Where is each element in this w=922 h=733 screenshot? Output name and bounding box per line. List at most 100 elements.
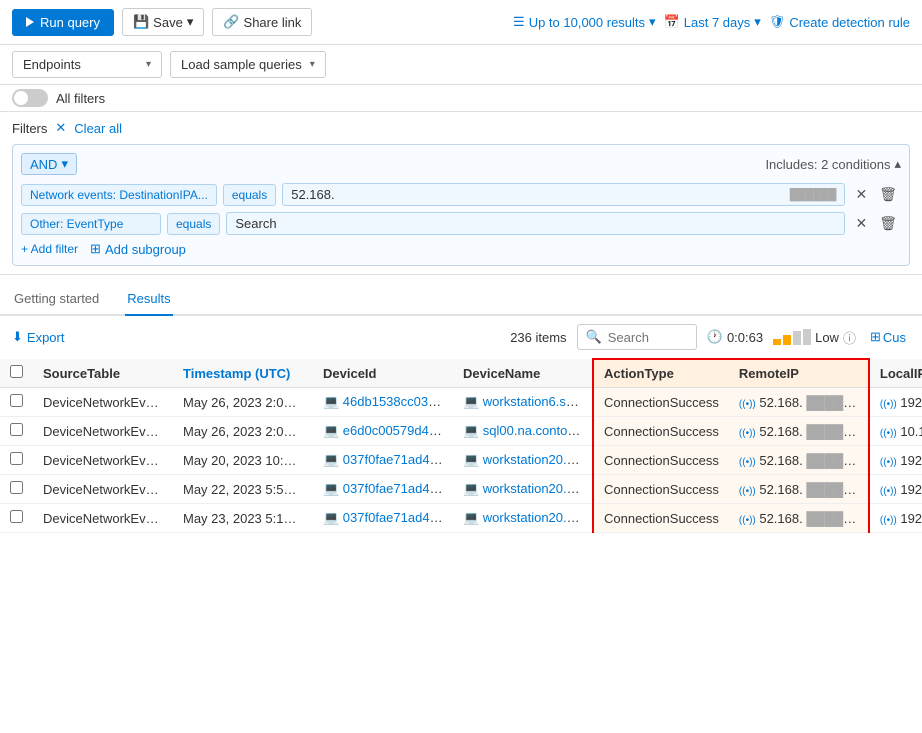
table-row: DeviceNetworkEvents May 26, 2023 2:00:41… [0,417,922,446]
collapse-icon[interactable] [894,156,901,172]
endpoint-chevron-icon: ▾ [146,59,151,70]
filter-op-2[interactable]: equals [167,213,220,235]
cell-deviceid-4[interactable]: 💻 037f0fae71ad4661e3... [313,504,453,533]
cus-label: Cus [883,330,906,345]
add-subgroup-button[interactable]: ⊞ Add subgroup [90,241,186,257]
tab-getting-started[interactable]: Getting started [12,283,101,316]
filter-op-1[interactable]: equals [223,184,276,206]
create-detection-rule-button[interactable]: 🛡 Create detection rule [769,14,910,30]
clear-all-button[interactable]: Clear all [74,121,122,136]
filter-value-2[interactable]: Search [226,212,845,235]
cell-devicename-0[interactable]: 💻 workstation6.seccxp... [453,388,593,417]
main-toolbar: Run query 💾 Save 🔗 Share link ☰ Up to 10… [0,0,922,45]
cell-devicename-1[interactable]: 💻 sql00.na.contosohotel... [453,417,593,446]
cell-actiontype-2: ConnectionSuccess [593,446,729,475]
filter-value-1[interactable]: 52.168. ██████ [282,183,845,206]
save-label: Save [153,15,183,30]
th-timestamp[interactable]: Timestamp (UTC) [173,359,313,388]
row-checkbox-4[interactable] [0,504,33,533]
cell-source-2: DeviceNetworkEvents [33,446,173,475]
th-local-ip: LocalIP [869,359,922,388]
sample-query-dropdown[interactable]: Load sample queries ▾ [170,51,326,78]
select-all-checkbox[interactable] [10,365,23,378]
table-row: DeviceNetworkEvents May 20, 2023 10:43:4… [0,446,922,475]
row-select-4[interactable] [10,510,23,523]
info-icon[interactable]: ⓘ [843,328,856,347]
filters-header: Filters ✕ Clear all [12,120,910,136]
results-limit-button[interactable]: ☰ Up to 10,000 results [513,14,656,30]
filters-title: Filters [12,121,47,136]
filter-delete-btn-1[interactable]: 🗑 [875,184,901,205]
cell-actiontype-0: ConnectionSuccess [593,388,729,417]
row-checkbox-1[interactable] [0,417,33,446]
cell-timestamp-1: May 26, 2023 2:00:41 PM [173,417,313,446]
share-link-button[interactable]: 🔗 Share link [212,8,312,36]
cell-timestamp-0: May 26, 2023 2:03:52 PM [173,388,313,417]
th-remote-ip: RemoteIP [729,359,869,388]
timer-badge: 🕐 0:0:63 [707,329,763,345]
add-filter-button[interactable]: + Add filter [21,242,78,256]
row-checkbox-3[interactable] [0,475,33,504]
includes-label: Includes: 2 conditions [765,156,901,172]
cell-remoteip-0: ((•)) 52.168. ██████ [729,388,869,417]
cell-deviceid-0[interactable]: 💻 46db1538cc03d01ed... [313,388,453,417]
row-select-0[interactable] [10,394,23,407]
includes-text: Includes: 2 conditions [765,157,890,172]
cell-localip-3: ((•)) 192.168. [869,475,922,504]
and-operator-badge[interactable]: AND [21,153,77,175]
results-chevron-icon [649,14,656,30]
clear-icon: ✕ [55,120,66,136]
export-label: Export [27,330,65,345]
cell-deviceid-2[interactable]: 💻 037f0fae71ad4661e3... [313,446,453,475]
cell-deviceid-3[interactable]: 💻 037f0fae71ad4661e3... [313,475,453,504]
run-query-button[interactable]: Run query [12,9,114,36]
cell-source-1: DeviceNetworkEvents [33,417,173,446]
cell-localip-2: ((•)) 192.168. [869,446,922,475]
cell-devicename-4[interactable]: 💻 workstation20.seccxp... [453,504,593,533]
time-range-label: Last 7 days [684,15,751,30]
bar-2 [783,335,791,345]
cell-deviceid-1[interactable]: 💻 e6d0c00579d4f51ee1... [313,417,453,446]
filter-field-2[interactable]: Other: EventType [21,213,161,235]
all-filters-toggle[interactable] [12,89,48,107]
time-range-button[interactable]: 📅 Last 7 days [664,14,761,30]
row-select-1[interactable] [10,423,23,436]
filter-field-1[interactable]: Network events: DestinationIPA... [21,184,217,206]
cell-remoteip-1: ((•)) 52.168. ██████ [729,417,869,446]
play-icon [26,17,34,27]
row-checkbox-2[interactable] [0,446,33,475]
cell-localip-1: ((•)) 10.1.5.1 [869,417,922,446]
bar-1 [773,339,781,345]
masked-value-1: ██████ [790,189,837,201]
results-right: 236 items 🔍 🕐 0:0:63 Low ⓘ ⊞ Cus [510,324,910,350]
row-select-2[interactable] [10,452,23,465]
calendar-icon: 📅 [664,14,680,30]
table-body: DeviceNetworkEvents May 26, 2023 2:03:52… [0,388,922,533]
intensity-bars [773,329,811,345]
results-tabs: Getting started Results [0,283,922,316]
save-button[interactable]: 💾 Save [122,8,204,36]
and-chevron-icon [61,156,68,172]
columns-button[interactable]: ⊞ Cus [866,327,910,347]
export-button[interactable]: ⬇ Export [12,329,64,345]
cell-localip-0: ((•)) 192.168. [869,388,922,417]
cell-devicename-2[interactable]: 💻 workstation20.seccxp... [453,446,593,475]
filter-clear-btn-2[interactable]: ✕ [851,213,871,234]
create-rule-label: Create detection rule [789,15,910,30]
item-count: 236 items [510,330,566,345]
cell-timestamp-4: May 23, 2023 5:13:53 PM [173,504,313,533]
th-source-table: SourceTable [33,359,173,388]
cell-devicename-3[interactable]: 💻 workstation20.seccxp... [453,475,593,504]
endpoint-dropdown[interactable]: Endpoints ▾ [12,51,162,78]
filter-clear-btn-1[interactable]: ✕ [851,184,871,205]
filter-row-2: Other: EventType equals Search ✕ 🗑 [21,212,901,235]
row-select-3[interactable] [10,481,23,494]
row-checkbox-0[interactable] [0,388,33,417]
cell-localip-4: ((•)) 192.168. [869,504,922,533]
results-table: SourceTable Timestamp (UTC) DeviceId Dev… [0,358,922,533]
cell-remoteip-3: ((•)) 52.168. ██████ [729,475,869,504]
search-input[interactable] [608,330,688,345]
tab-results[interactable]: Results [125,283,172,316]
toolbar-right: ☰ Up to 10,000 results 📅 Last 7 days 🛡 C… [513,14,910,30]
filter-delete-btn-2[interactable]: 🗑 [875,213,901,234]
